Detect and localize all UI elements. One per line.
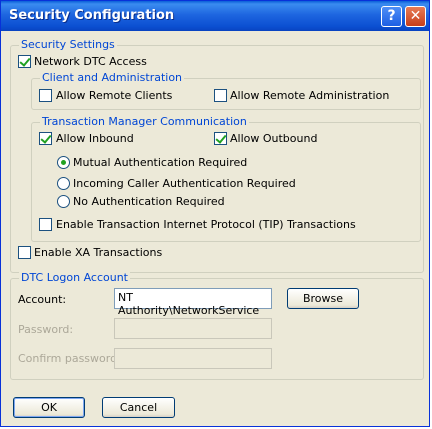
mutual-auth-label[interactable]: Mutual Authentication Required	[73, 156, 247, 169]
allow-inbound-checkbox[interactable]	[39, 132, 52, 145]
confirm-password-label: Confirm password:	[18, 352, 121, 365]
help-button[interactable]: ?	[381, 6, 402, 27]
security-settings-legend: Security Settings	[19, 38, 117, 51]
enable-tip-label[interactable]: Enable Transaction Internet Protocol (TI…	[56, 218, 356, 231]
confirm-password-field	[114, 348, 272, 369]
client-admin-legend: Client and Administration	[40, 71, 185, 84]
allow-outbound-checkbox[interactable]	[214, 132, 227, 145]
allow-remote-clients-checkbox[interactable]	[39, 89, 52, 102]
dtc-logon-legend: DTC Logon Account	[19, 271, 130, 284]
cancel-button[interactable]: Cancel	[102, 397, 175, 418]
close-button[interactable]: ✕	[405, 6, 426, 27]
network-dtc-access-checkbox[interactable]	[18, 55, 31, 68]
network-dtc-access-label[interactable]: Network DTC Access	[34, 55, 147, 68]
ok-button[interactable]: OK	[13, 397, 85, 418]
mutual-auth-radio[interactable]	[57, 156, 70, 169]
password-label: Password:	[18, 323, 74, 336]
browse-button[interactable]: Browse	[287, 288, 359, 309]
allow-inbound-label[interactable]: Allow Inbound	[56, 132, 134, 145]
title-bar[interactable]: Security Configuration ? ✕	[1, 1, 429, 31]
enable-xa-label[interactable]: Enable XA Transactions	[34, 246, 162, 259]
account-label: Account:	[18, 293, 67, 306]
allow-outbound-label[interactable]: Allow Outbound	[230, 132, 317, 145]
security-configuration-dialog: Security Configuration ? ✕ Security Sett…	[0, 0, 430, 427]
allow-remote-clients-label[interactable]: Allow Remote Clients	[56, 89, 172, 102]
account-field[interactable]: NT Authority\NetworkService	[114, 288, 272, 317]
no-auth-label[interactable]: No Authentication Required	[73, 195, 225, 208]
no-auth-radio[interactable]	[57, 195, 70, 208]
allow-remote-admin-checkbox[interactable]	[214, 89, 227, 102]
allow-remote-admin-label[interactable]: Allow Remote Administration	[230, 89, 389, 102]
incoming-caller-auth-label[interactable]: Incoming Caller Authentication Required	[73, 177, 296, 190]
window-title: Security Configuration	[9, 8, 175, 23]
enable-xa-checkbox[interactable]	[18, 246, 31, 259]
tm-communication-legend: Transaction Manager Communication	[40, 115, 249, 128]
incoming-caller-auth-radio[interactable]	[57, 177, 70, 190]
enable-tip-checkbox[interactable]	[39, 218, 52, 231]
password-field	[114, 318, 272, 339]
